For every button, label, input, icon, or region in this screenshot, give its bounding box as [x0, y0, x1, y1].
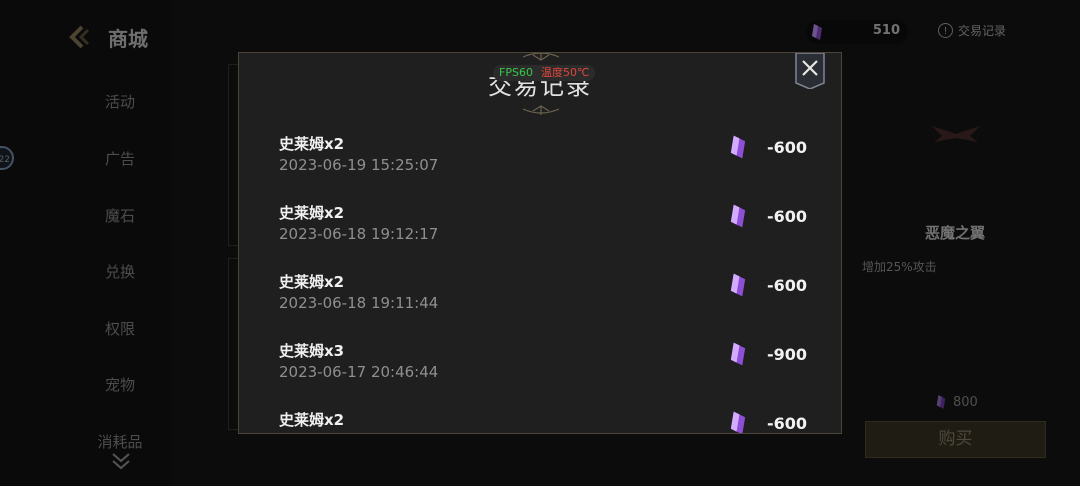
record-name: 史莱姆x2: [279, 135, 345, 153]
transaction-records-dialog: 交易记录 FPS60 温度50℃ 史莱姆x2 2023-06-19 15:25:0…: [238, 52, 842, 434]
record-time: 2023-06-17 20:46:44: [279, 363, 439, 381]
purple-crystal-icon: [730, 342, 746, 366]
temperature-readout: 温度50℃: [540, 66, 590, 79]
record-amount: -600: [767, 276, 808, 295]
record-name: 史莱姆x2: [279, 411, 345, 429]
list-item: 史莱姆x3 2023-06-17 20:46:44 -900: [279, 340, 809, 400]
record-time: 2023-06-18 19:12:17: [279, 225, 439, 243]
record-time: 2023-06-18 19:11:44: [279, 294, 439, 312]
list-item: 史莱姆x2 -600: [279, 409, 809, 433]
record-name: 史莱姆x2: [279, 273, 345, 291]
list-item: 史莱姆x2 2023-06-19 15:25:07 -600: [279, 133, 809, 193]
record-amount: -600: [767, 414, 808, 433]
record-amount: -600: [767, 207, 808, 226]
record-time: 2023-06-19 15:25:07: [279, 156, 439, 174]
purple-crystal-icon: [730, 273, 746, 297]
purple-crystal-icon: [730, 204, 746, 228]
record-name: 史莱姆x3: [279, 342, 345, 360]
purple-crystal-icon: [730, 411, 746, 433]
close-icon[interactable]: [795, 53, 825, 89]
record-amount: -900: [767, 345, 808, 364]
record-name: 史莱姆x2: [279, 204, 345, 222]
performance-overlay: FPS60 温度50℃: [493, 65, 596, 81]
ornament-top: [523, 53, 559, 61]
ornament-bottom: [523, 105, 559, 115]
fps-readout: FPS60: [499, 66, 533, 79]
list-item: 史莱姆x2 2023-06-18 19:12:17 -600: [279, 202, 809, 262]
list-item: 史莱姆x2 2023-06-18 19:11:44 -600: [279, 271, 809, 331]
records-list[interactable]: 史莱姆x2 2023-06-19 15:25:07 -600 史莱姆x2 202…: [239, 123, 841, 433]
purple-crystal-icon: [730, 135, 746, 159]
record-amount: -600: [767, 138, 808, 157]
